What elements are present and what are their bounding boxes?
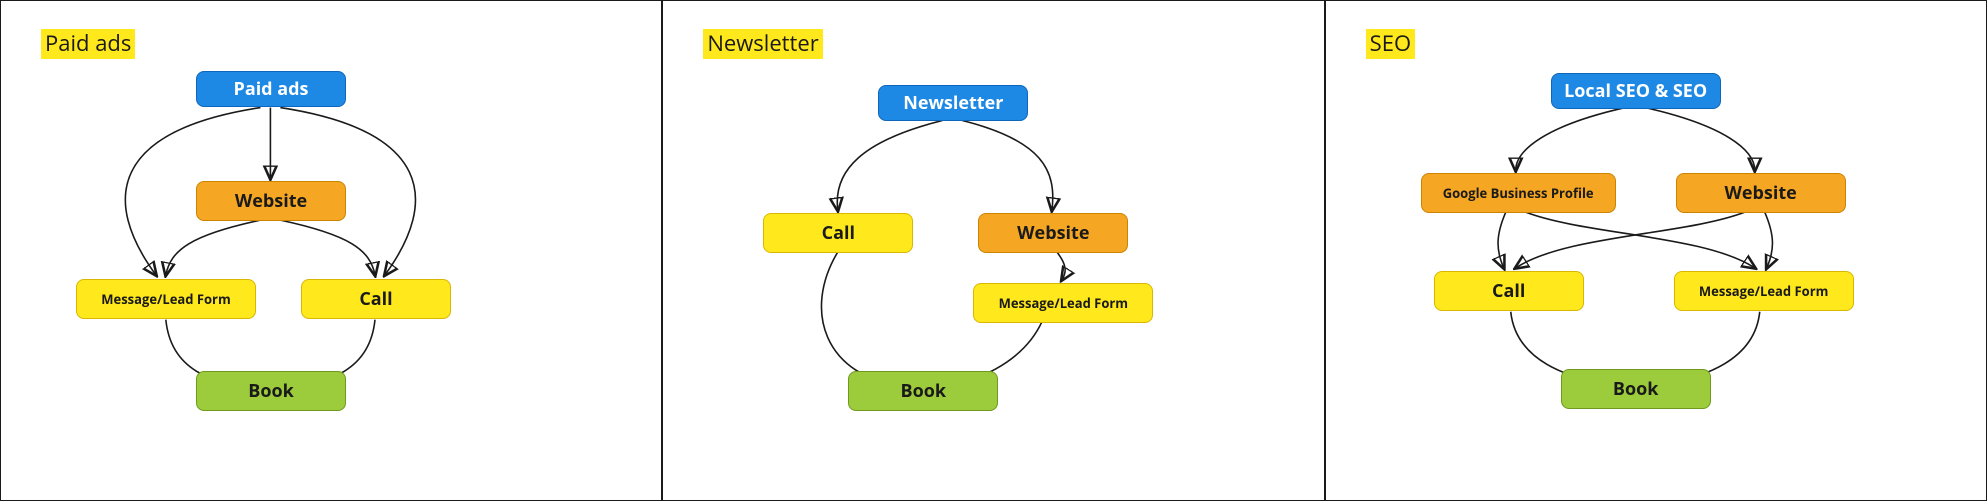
node-news-message: Message/Lead Form <box>973 283 1153 323</box>
panel-paid-ads: Paid ads Paid ads Website Message/Lead F… <box>0 0 662 501</box>
panel-newsletter: Newsletter Newsletter Call Website Messa… <box>662 0 1324 501</box>
node-paid-message: Message/Lead Form <box>76 279 256 319</box>
diagram-container: Paid ads Paid ads Website Message/Lead F… <box>0 0 1987 501</box>
node-seo-gbp: Google Business Profile <box>1421 173 1616 213</box>
node-paid-root: Paid ads <box>196 71 346 107</box>
node-seo-message: Message/Lead Form <box>1674 271 1854 311</box>
node-news-call: Call <box>763 213 913 253</box>
panel-seo: SEO Local SEO & SEO Google Business Prof… <box>1325 0 1987 501</box>
node-seo-book: Book <box>1561 369 1711 409</box>
node-seo-call: Call <box>1434 271 1584 311</box>
node-news-book: Book <box>848 371 998 411</box>
node-news-website: Website <box>978 213 1128 253</box>
node-news-root: Newsletter <box>878 85 1028 121</box>
node-seo-root: Local SEO & SEO <box>1551 73 1721 109</box>
node-paid-call: Call <box>301 279 451 319</box>
node-seo-website: Website <box>1676 173 1846 213</box>
panel-title: Paid ads <box>41 29 135 59</box>
node-paid-website: Website <box>196 181 346 221</box>
node-paid-book: Book <box>196 371 346 411</box>
panel-title: Newsletter <box>703 29 822 59</box>
panel-title: SEO <box>1366 29 1415 59</box>
